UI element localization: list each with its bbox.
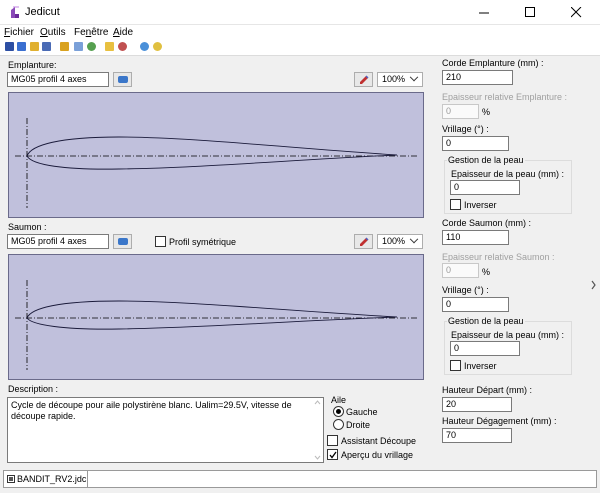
epaisseur-peau-emplanture-input[interactable]: 0 — [450, 180, 520, 195]
emplanture-profile-field[interactable]: MG05 profil 4 axes — [7, 72, 109, 87]
corde-saumon-label: Corde Saumon (mm) : — [442, 218, 532, 228]
description-label: Description : — [8, 384, 59, 394]
profil-symetrique-label: Profil symétrique — [169, 237, 237, 247]
window-title: Jedicut — [25, 6, 60, 18]
menu-fichier[interactable]: Fichier — [4, 27, 34, 39]
corde-emplanture-label: Corde Emplanture (mm) : — [442, 58, 544, 68]
status-panel — [88, 470, 597, 488]
open-file-icon[interactable] — [17, 42, 26, 51]
percent-label: % — [482, 107, 491, 117]
epaisseur-relative-emplanture-label: Epaisseur relative Emplanture : — [442, 92, 568, 102]
gauche-radio[interactable] — [333, 406, 344, 417]
droite-label: Droite — [346, 420, 371, 430]
apercu-vrillage-label: Aperçu du vrillage — [341, 450, 414, 460]
minimize-icon — [479, 12, 489, 14]
emplanture-label: Emplanture: — [8, 60, 57, 70]
assistant-decoupe-checkbox[interactable] — [327, 435, 338, 446]
minimize-button[interactable] — [462, 0, 508, 25]
gestion-peau-saumon-title: Gestion de la peau — [447, 316, 525, 327]
gauche-label: Gauche — [346, 407, 378, 417]
jedicut-app-icon — [9, 6, 21, 19]
pen-icon — [360, 75, 369, 84]
emplanture-edit-button[interactable] — [354, 72, 373, 87]
new-file-icon[interactable] — [5, 42, 14, 51]
pen-icon — [360, 237, 369, 246]
splitter-bar[interactable] — [587, 56, 600, 468]
inverser-saumon-label: Inverser — [464, 361, 497, 371]
load-profile-icon — [118, 238, 128, 245]
close-icon — [571, 7, 582, 18]
maximize-button[interactable] — [508, 0, 554, 25]
arrow-icon[interactable] — [105, 42, 114, 51]
saumon-edit-button[interactable] — [354, 234, 373, 249]
help-icon[interactable] — [153, 42, 162, 51]
hauteur-degagement-label: Hauteur Dégagement (mm) : — [442, 416, 557, 426]
gestion-peau-emplanture-title: Gestion de la peau — [447, 155, 525, 166]
apercu-vrillage-checkbox[interactable] — [327, 449, 338, 460]
emplanture-profile-canvas[interactable] — [8, 92, 424, 218]
chevron-down-icon — [409, 72, 419, 82]
hauteur-degagement-input[interactable]: 70 — [442, 428, 512, 443]
emplanture-load-button[interactable] — [113, 72, 132, 87]
assistant-decoupe-label: Assistant Découpe — [341, 436, 417, 446]
globe-icon[interactable] — [87, 42, 96, 51]
inverser-emplanture-checkbox[interactable] — [450, 199, 461, 210]
menu-outils[interactable]: Outils — [40, 27, 66, 39]
inverser-emplanture-label: Inverser — [464, 200, 497, 210]
epaisseur-relative-emplanture-input[interactable]: 0 — [442, 104, 479, 119]
chevron-down-icon — [409, 234, 419, 244]
load-profile-icon — [118, 76, 128, 83]
aile-group-label: Aile — [331, 395, 347, 405]
folder-icon[interactable] — [30, 42, 39, 51]
hauteur-depart-input[interactable]: 20 — [442, 397, 512, 412]
epaisseur-peau-emplanture-label: Epaisseur de la peau (mm) : — [451, 169, 565, 179]
file-tab[interactable]: BANDIT_RV2.jdc — [3, 470, 88, 488]
saumon-profile-canvas[interactable] — [8, 254, 424, 380]
epaisseur-relative-saumon-input[interactable]: 0 — [442, 263, 479, 278]
epaisseur-relative-saumon-label: Epaisseur relative Saumon : — [442, 252, 555, 262]
inverser-saumon-checkbox[interactable] — [450, 360, 461, 371]
corde-saumon-input[interactable]: 110 — [442, 230, 509, 245]
vrillage-saumon-label: Vrillage (°) : — [442, 285, 489, 295]
chevron-right-icon — [591, 280, 596, 290]
info-icon[interactable] — [140, 42, 149, 51]
saumon-label: Saumon : — [8, 222, 47, 232]
description-scrollbar[interactable] — [312, 398, 323, 462]
corde-emplanture-input[interactable]: 210 — [442, 70, 513, 85]
checkmark-icon — [329, 451, 337, 459]
menu-bar: Fichier Outils Fenêtre Aide — [0, 26, 600, 40]
save-icon[interactable] — [42, 42, 51, 51]
saumon-zoom-select[interactable]: 100% — [377, 234, 423, 249]
emplanture-zoom-select[interactable]: 100% — [377, 72, 423, 87]
menu-fenetre[interactable]: Fenêtre — [74, 27, 108, 39]
saumon-load-button[interactable] — [113, 234, 132, 249]
hauteur-depart-label: Hauteur Départ (mm) : — [442, 385, 533, 395]
droite-radio[interactable] — [333, 419, 344, 430]
vrillage-saumon-input[interactable]: 0 — [442, 297, 509, 312]
vrillage-emplanture-input[interactable]: 0 — [442, 136, 509, 151]
close-button[interactable] — [554, 0, 600, 25]
maximize-icon — [525, 7, 535, 17]
title-bar: Jedicut — [0, 0, 600, 25]
epaisseur-peau-saumon-label: Epaisseur de la peau (mm) : — [451, 330, 565, 340]
description-textarea[interactable]: Cycle de découpe pour aile polystirène b… — [7, 397, 324, 463]
document-icon — [7, 475, 15, 483]
file-tab-label: BANDIT_RV2.jdc — [17, 474, 87, 484]
table-icon[interactable] — [74, 42, 83, 51]
menu-aide[interactable]: Aide — [113, 27, 133, 39]
percent-label: % — [482, 267, 491, 277]
epaisseur-peau-saumon-input[interactable]: 0 — [450, 341, 520, 356]
settings-icon[interactable] — [60, 42, 69, 51]
vrillage-emplanture-label: Vrillage (°) : — [442, 124, 489, 134]
profil-symetrique-checkbox[interactable] — [155, 236, 166, 247]
saumon-profile-field[interactable]: MG05 profil 4 axes — [7, 234, 109, 249]
cut-icon[interactable] — [118, 42, 127, 51]
